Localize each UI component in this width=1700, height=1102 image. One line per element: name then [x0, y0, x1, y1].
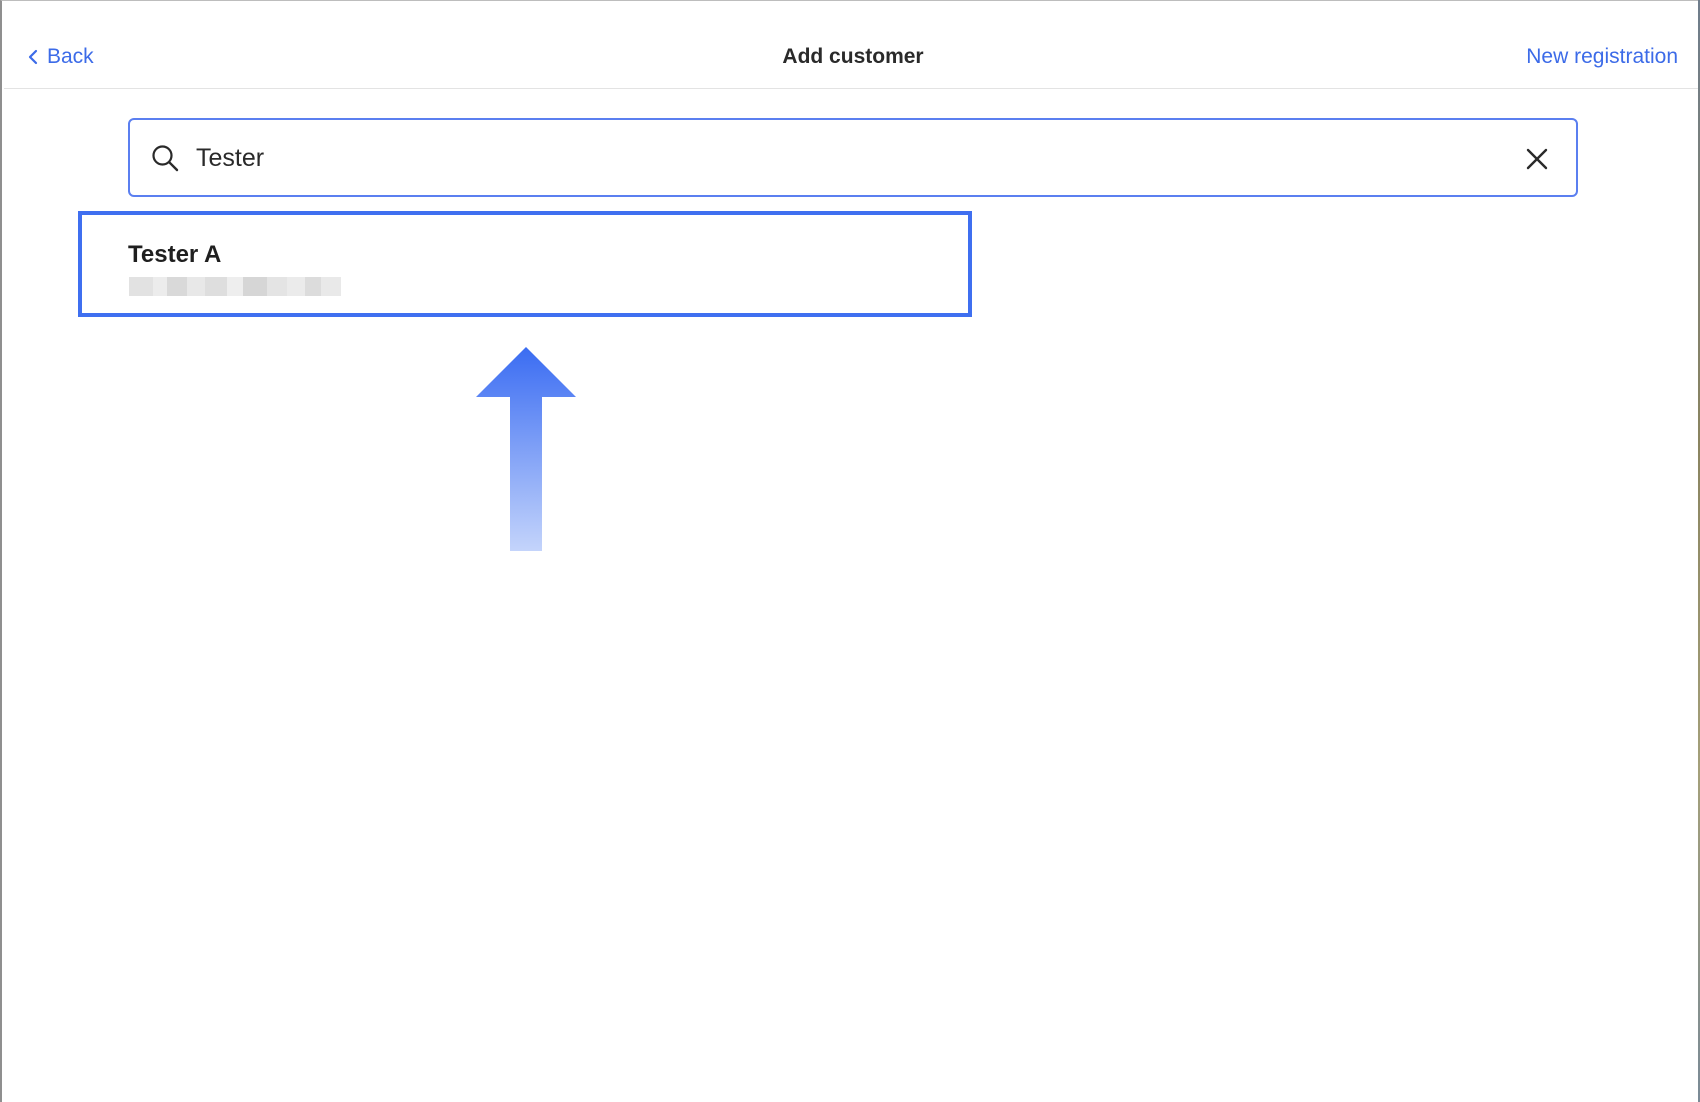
- app-window: Back Add customer New registration Teste…: [0, 0, 1700, 1102]
- close-icon[interactable]: [1522, 144, 1552, 174]
- search-icon: [152, 145, 179, 172]
- customer-detail-redacted: [129, 277, 341, 296]
- arrow-up-icon: [476, 347, 576, 551]
- customer-name: Tester A: [128, 241, 222, 268]
- page-title: Add customer: [782, 45, 924, 68]
- new-registration-button[interactable]: New registration: [1526, 45, 1678, 69]
- top-nav-bar: Back Add customer New registration: [4, 2, 1700, 89]
- search-input[interactable]: [196, 138, 1496, 178]
- search-field[interactable]: [128, 118, 1578, 197]
- customer-result-item[interactable]: Tester A: [78, 211, 972, 317]
